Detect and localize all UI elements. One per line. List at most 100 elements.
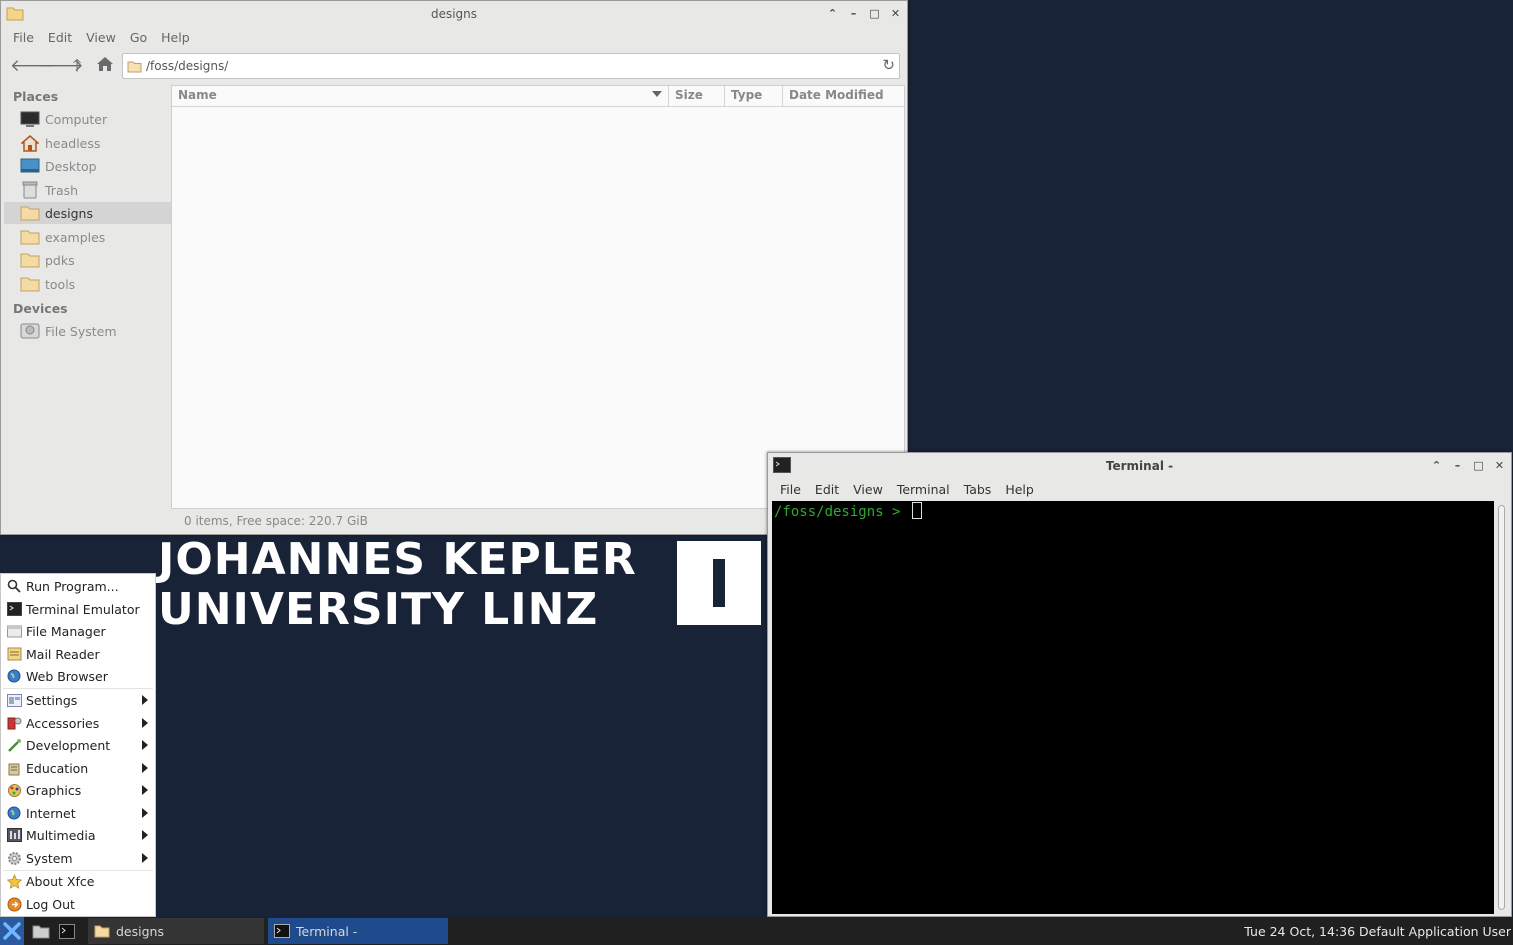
reload-icon[interactable]: ↻ — [882, 56, 895, 74]
terminal-launcher[interactable] — [56, 917, 78, 945]
sidebar-item-tools[interactable]: tools — [4, 273, 171, 295]
folder-icon — [20, 228, 40, 246]
menu-item-web-browser[interactable]: Web Browser — [1, 665, 155, 687]
file-list-view[interactable]: Name Size Type Date Modified — [171, 85, 905, 509]
folder-icon — [94, 925, 110, 938]
settings-icon — [6, 692, 22, 708]
column-header-name[interactable]: Name — [172, 86, 669, 107]
wallpaper-text-line1: JOHANNES KEPLER — [158, 534, 637, 585]
sidebar-item-computer[interactable]: Computer — [4, 108, 171, 130]
trash-icon — [20, 181, 40, 199]
task-terminal[interactable]: Terminal - — [268, 918, 448, 944]
sidebar-item-trash[interactable]: Trash — [4, 179, 171, 201]
menu-item-settings[interactable]: Settings — [1, 689, 155, 711]
graphics-icon — [6, 782, 22, 798]
menu-item-graphics[interactable]: Graphics — [1, 779, 155, 801]
column-header-type[interactable]: Type — [725, 86, 783, 107]
window-title: Terminal - — [1105, 459, 1174, 473]
close-button[interactable]: ✕ — [888, 6, 903, 21]
maximize-button[interactable]: □ — [1471, 458, 1486, 473]
search-icon — [6, 578, 22, 594]
menu-view[interactable]: View — [80, 27, 122, 49]
minimize-button[interactable]: – — [846, 6, 861, 21]
menu-item-about-xfce[interactable]: About Xfce — [1, 870, 155, 892]
forward-arrow-icon[interactable]: 🡒 — [38, 56, 84, 76]
shade-button[interactable]: ⌃ — [825, 6, 840, 21]
file-manager-menubar: File Edit View Go Help — [1, 27, 907, 49]
sidebar-item-file-system[interactable]: File System — [4, 320, 171, 342]
submenu-arrow-icon — [142, 695, 148, 705]
drive-icon — [20, 322, 40, 340]
submenu-arrow-icon — [142, 718, 148, 728]
taskbar: designs Terminal - Tue 24 Oct, 14:36 Def… — [0, 917, 1513, 945]
folder-icon — [20, 275, 40, 293]
menu-go[interactable]: Go — [124, 27, 153, 49]
back-arrow-icon[interactable]: 🡐 — [10, 56, 56, 76]
maximize-button[interactable]: □ — [867, 6, 882, 21]
file-manager-titlebar[interactable]: designs ⌃ – □ ✕ — [1, 1, 907, 27]
menu-edit[interactable]: Edit — [42, 27, 78, 49]
menu-item-multimedia[interactable]: Multimedia — [1, 824, 155, 846]
menu-item-file-manager[interactable]: File Manager — [1, 620, 155, 642]
xfce-menu-button[interactable] — [0, 917, 24, 945]
menu-item-terminal-emulator[interactable]: Terminal Emulator — [1, 598, 155, 620]
multimedia-icon — [6, 827, 22, 843]
terminal-scrollbar[interactable] — [1496, 503, 1507, 912]
menu-tabs[interactable]: Tabs — [958, 479, 998, 501]
menu-item-education[interactable]: Education — [1, 757, 155, 779]
menu-help[interactable]: Help — [155, 27, 196, 49]
menu-help[interactable]: Help — [999, 479, 1040, 501]
window-title: designs — [430, 7, 478, 21]
menu-item-run-program[interactable]: Run Program... — [1, 575, 155, 597]
menu-item-accessories[interactable]: Accessories — [1, 712, 155, 734]
submenu-arrow-icon — [142, 830, 148, 840]
terminal-screen[interactable]: /foss/designs > — [772, 501, 1494, 914]
menu-file[interactable]: File — [7, 27, 40, 49]
menu-edit[interactable]: Edit — [809, 479, 845, 501]
menu-item-system[interactable]: System — [1, 847, 155, 869]
sidebar-item-headless[interactable]: headless — [4, 132, 171, 154]
clock[interactable]: Tue 24 Oct, 14:36 Default Application Us… — [1244, 924, 1511, 939]
up-arrow-icon[interactable]: 🡑 — [66, 56, 88, 76]
status-text: 0 items, Free space: 220.7 GiB — [184, 514, 368, 528]
close-button[interactable]: ✕ — [1492, 458, 1507, 473]
submenu-arrow-icon — [142, 853, 148, 863]
terminal-menubar: File Edit View Terminal Tabs Help — [768, 479, 1511, 501]
education-icon — [6, 760, 22, 776]
menu-terminal[interactable]: Terminal — [891, 479, 956, 501]
scrollbar-thumb[interactable] — [1498, 505, 1505, 910]
text-cursor — [911, 502, 922, 519]
menu-view[interactable]: View — [847, 479, 889, 501]
location-path: /foss/designs/ — [146, 59, 229, 73]
menu-item-development[interactable]: Development — [1, 734, 155, 756]
menu-item-mail-reader[interactable]: Mail Reader — [1, 643, 155, 665]
terminal-titlebar[interactable]: Terminal - ⌃ – □ ✕ — [768, 453, 1511, 479]
task-designs[interactable]: designs — [88, 918, 264, 944]
column-header-date-modified[interactable]: Date Modified — [783, 86, 904, 107]
development-icon — [6, 737, 22, 753]
menu-item-internet[interactable]: Internet — [1, 802, 155, 824]
places-sidebar: Places Computer headless Desktop Trash d… — [4, 85, 171, 533]
sidebar-item-designs[interactable]: designs — [4, 202, 171, 224]
column-header-size[interactable]: Size — [669, 86, 725, 107]
terminal-icon — [274, 924, 290, 938]
minimize-button[interactable]: – — [1450, 458, 1465, 473]
menu-item-log-out[interactable]: Log Out — [1, 893, 155, 915]
home-icon[interactable] — [94, 56, 116, 76]
terminal-prompt: /foss/designs > — [774, 502, 922, 520]
folder-icon — [127, 61, 142, 73]
submenu-arrow-icon — [142, 763, 148, 773]
location-bar[interactable]: /foss/designs/ ↻ — [122, 53, 900, 79]
star-icon — [6, 873, 22, 889]
sidebar-item-desktop[interactable]: Desktop — [4, 155, 171, 177]
globe-icon — [6, 668, 22, 684]
sidebar-item-examples[interactable]: examples — [4, 226, 171, 248]
show-desktop-button[interactable] — [30, 917, 52, 945]
mail-icon — [6, 646, 22, 662]
sort-descending-icon — [652, 91, 662, 97]
places-heading: Places — [13, 89, 59, 104]
menu-file[interactable]: File — [774, 479, 807, 501]
globe-icon — [6, 805, 22, 821]
sidebar-item-pdks[interactable]: pdks — [4, 249, 171, 271]
shade-button[interactable]: ⌃ — [1429, 458, 1444, 473]
